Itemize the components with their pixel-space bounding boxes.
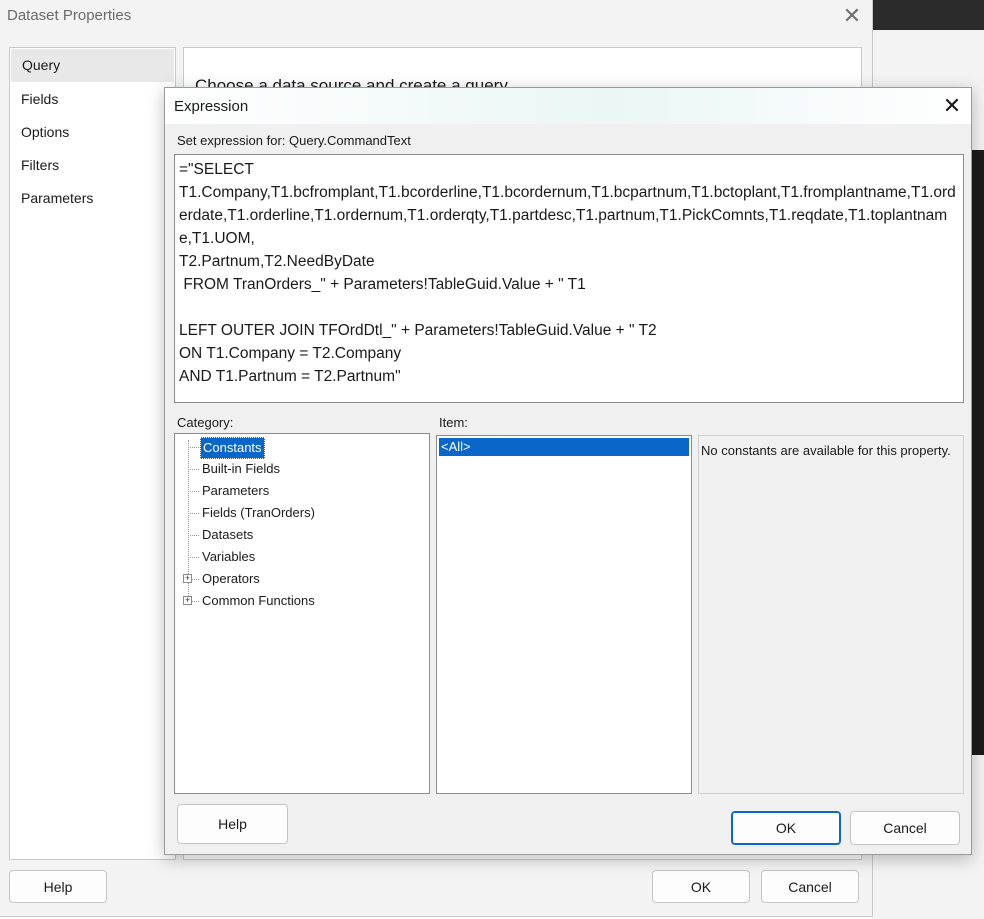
expression-title: Expression: [174, 98, 249, 115]
tree-item-label: Constants: [200, 437, 265, 459]
cancel-button[interactable]: Cancel: [850, 811, 960, 845]
expand-plus-icon[interactable]: +: [183, 574, 192, 583]
category-label: Category:: [177, 415, 234, 430]
tree-item-label: Operators: [202, 571, 260, 586]
nav-item-parameters[interactable]: Parameters: [10, 182, 175, 215]
list-item-all[interactable]: <All>: [439, 438, 689, 456]
tree-item-label: Built-in Fields: [202, 461, 281, 476]
ok-button[interactable]: OK: [731, 811, 841, 845]
expression-textarea[interactable]: ="SELECT T1.Company,T1.bcfromplant,T1.bc…: [174, 154, 964, 403]
set-expression-label: Set expression for: Query.CommandText: [177, 133, 411, 148]
category-tree: Constants Built-in Fields Parameters Fie…: [174, 433, 430, 794]
description-panel: No constants are available for this prop…: [698, 435, 964, 794]
close-icon[interactable]: ✕: [939, 93, 965, 119]
background-app-titlebar: [872, 0, 984, 30]
tree-item-label: Common Functions: [202, 593, 315, 608]
tree-item-label: Fields (TranOrders): [202, 505, 315, 520]
expression-titlebar: Expression ✕: [165, 88, 971, 124]
cancel-button[interactable]: Cancel: [761, 870, 859, 903]
item-list: <All>: [436, 435, 692, 794]
help-button[interactable]: Help: [9, 870, 107, 903]
expand-plus-icon[interactable]: +: [183, 596, 192, 605]
help-button[interactable]: Help: [177, 804, 288, 844]
dataset-properties-nav: Query Fields Options Filters Parameters: [9, 47, 176, 860]
nav-item-options[interactable]: Options: [10, 116, 175, 149]
ok-button[interactable]: OK: [652, 870, 750, 903]
nav-item-query[interactable]: Query: [11, 49, 174, 82]
close-icon[interactable]: ✕: [840, 4, 864, 28]
nav-item-fields[interactable]: Fields: [10, 83, 175, 116]
nav-item-filters[interactable]: Filters: [10, 149, 175, 182]
tree-item-label: Datasets: [202, 527, 254, 542]
expression-dialog: Expression ✕ Set expression for: Query.C…: [164, 87, 972, 855]
tree-item-label: Parameters: [202, 483, 270, 498]
background-app-scrollbar: [972, 150, 984, 755]
item-label: Item:: [439, 415, 468, 430]
tree-item-label: Variables: [202, 549, 256, 564]
dataset-properties-title: Dataset Properties: [7, 7, 132, 24]
